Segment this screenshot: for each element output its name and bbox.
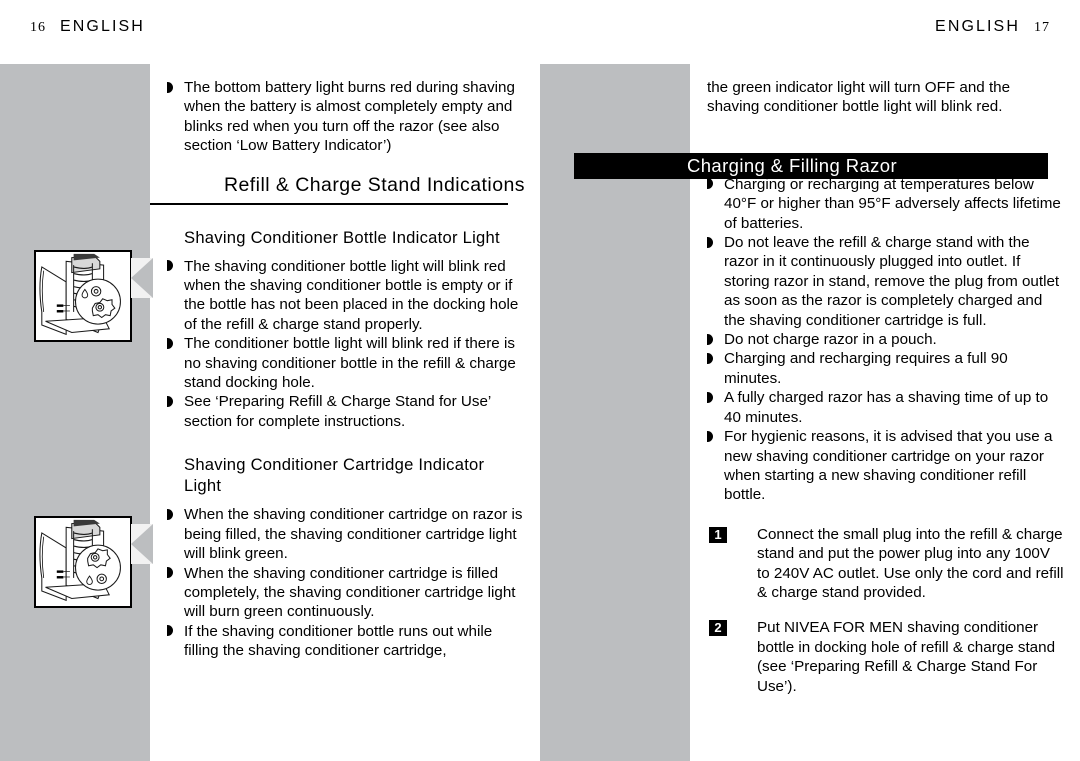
banner-spacer (707, 117, 1065, 175)
bullet-text: Charging or recharging at temperatures b… (724, 175, 1061, 232)
bullet-text: The conditioner bottle light will blink … (184, 335, 516, 392)
left-page-gray-band (0, 64, 150, 761)
list-item: Do not charge razor in a pouch. (707, 330, 1065, 349)
list-item: 1 Connect the small plug into the refill… (707, 525, 1065, 603)
charging-steps-list: 1 Connect the small plug into the refill… (707, 525, 1065, 696)
triangle-bullet-icon (707, 333, 713, 345)
triangle-bullet-icon (707, 430, 713, 442)
bullet-text: Charging and recharging requires a full … (724, 350, 1008, 387)
continuation-paragraph: the green indicator light will turn OFF … (707, 79, 1011, 116)
step-number-badge: 1 (709, 526, 727, 543)
left-intro-bullet-list: The bottom battery light burns red durin… (167, 78, 525, 156)
list-item: The conditioner bottle light will blink … (167, 334, 525, 392)
triangle-bullet-icon (167, 395, 173, 407)
bullet-text: Do not charge razor in a pouch. (724, 331, 937, 349)
triangle-bullet-icon (167, 260, 173, 272)
list-item: If the shaving conditioner bottle runs o… (167, 622, 525, 661)
bullet-text: The bottom battery light burns red durin… (184, 79, 515, 155)
bottle-indicator-bullet-list: The shaving conditioner bottle light wil… (167, 257, 525, 432)
cartridge-light-figure-notch (131, 524, 153, 564)
bottle-indicator-subheading: Shaving Conditioner Bottle Indicator Lig… (184, 227, 500, 247)
bullet-text: When the shaving conditioner cartridge o… (184, 506, 523, 563)
list-item: Do not leave the refill & charge stand w… (707, 233, 1065, 330)
charging-bullet-list: Charging or recharging at temperatures b… (707, 175, 1065, 505)
right-page-text-column: the green indicator light will turn OFF … (707, 78, 1065, 712)
page-title: Refill & Charge Stand Indications (223, 173, 525, 196)
bottle-light-figure (34, 250, 132, 342)
list-item: See ‘Preparing Refill & Charge Stand for… (167, 392, 525, 431)
triangle-bullet-icon (707, 352, 713, 364)
list-item: The shaving conditioner bottle light wil… (167, 257, 525, 335)
triangle-bullet-icon (167, 567, 173, 578)
triangle-bullet-icon (707, 236, 713, 248)
step-text: Connect the small plug into the refill &… (757, 525, 1064, 601)
cartridge-light-figure (34, 516, 132, 608)
left-page-number: 16 (30, 20, 46, 35)
bullet-text: A fully charged razor has a shaving time… (724, 389, 1049, 426)
triangle-bullet-icon (167, 508, 173, 520)
triangle-bullet-icon (167, 625, 173, 637)
step-number-badge: 2 (709, 620, 727, 637)
triangle-bullet-icon (167, 337, 173, 349)
left-running-head-label: ENGLISH (60, 18, 145, 35)
list-item: When the shaving conditioner cartridge i… (167, 564, 525, 622)
right-running-head-label: ENGLISH (935, 18, 1020, 35)
bullet-text: When the shaving conditioner cartridge i… (184, 564, 516, 621)
right-page-running-head: ENGLISH 17 (935, 18, 1050, 36)
triangle-bullet-icon (167, 81, 173, 93)
section-heading-rule (150, 202, 508, 205)
right-page-number: 17 (1034, 20, 1050, 35)
left-page-text-column: The bottom battery light burns red durin… (150, 78, 525, 661)
step-text: Put NIVEA FOR MEN shaving conditioner bo… (757, 619, 1056, 695)
list-item: The bottom battery light burns red durin… (167, 78, 525, 156)
bullet-text: If the shaving conditioner bottle runs o… (184, 622, 493, 660)
bullet-text: The shaving conditioner bottle light wil… (184, 257, 519, 333)
page-spread: 16 ENGLISH ENGLISH 17 Charging & Filling R… (0, 0, 1080, 761)
left-page-running-head: 16 ENGLISH (30, 18, 145, 36)
cartridge-indicator-subheading: Shaving Conditioner Cartridge Indicator … (184, 455, 485, 496)
triangle-bullet-icon (707, 178, 713, 190)
bottle-light-figure-notch (131, 258, 153, 298)
cartridge-indicator-bullet-list: When the shaving conditioner cartridge o… (167, 505, 525, 660)
bullet-text: Do not leave the refill & charge stand w… (724, 234, 1060, 329)
list-item: When the shaving conditioner cartridge o… (167, 505, 525, 563)
list-item: A fully charged razor has a shaving time… (707, 388, 1065, 427)
list-item: For hygienic reasons, it is advised that… (707, 427, 1065, 505)
list-item: Charging or recharging at temperatures b… (707, 175, 1065, 233)
bullet-text: See ‘Preparing Refill & Charge Stand for… (184, 393, 491, 430)
list-item: Charging and recharging requires a full … (707, 349, 1065, 388)
list-item: 2 Put NIVEA FOR MEN shaving conditioner … (707, 618, 1065, 696)
triangle-bullet-icon (707, 391, 713, 403)
bullet-text: For hygienic reasons, it is advised that… (724, 428, 1053, 504)
